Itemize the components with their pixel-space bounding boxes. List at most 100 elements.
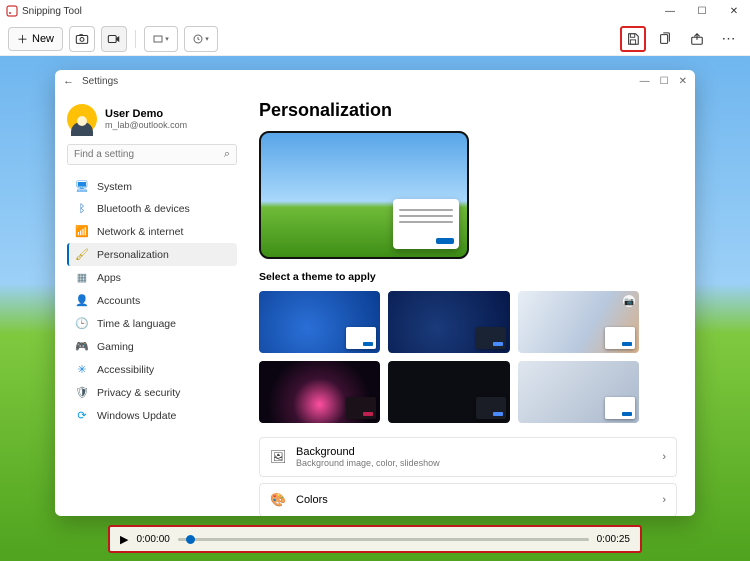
nav-label: Time & language	[97, 318, 176, 330]
theme-section-label: Select a theme to apply	[259, 271, 677, 283]
row-title: Colors	[296, 494, 328, 506]
theme-option-5[interactable]	[388, 361, 509, 423]
delay-dropdown[interactable]: ▾	[184, 26, 218, 52]
save-button[interactable]	[620, 26, 646, 52]
video-icon	[107, 32, 121, 46]
setting-row-colors[interactable]: 🎨Colors›	[259, 483, 677, 516]
setting-row-background[interactable]: 🖼 BackgroundBackground image, color, slid…	[259, 437, 677, 477]
minimize-button[interactable]: —	[660, 6, 680, 17]
page-heading: Personalization	[259, 100, 677, 121]
record-mode-button[interactable]	[101, 26, 127, 52]
search-icon: ⌕	[224, 148, 230, 161]
play-button[interactable]: ▶	[120, 533, 128, 546]
new-button[interactable]: ＋ New	[8, 27, 63, 51]
sidebar-item-bluetooth-devices[interactable]: ᛒ Bluetooth & devices	[67, 198, 237, 220]
save-icon	[626, 32, 640, 46]
time-total: 0:00:25	[597, 534, 630, 545]
chevron-right-icon: ›	[662, 451, 666, 463]
nav-label: Bluetooth & devices	[97, 203, 190, 215]
playback-bar: ▶ 0:00:00 0:00:25	[108, 525, 642, 553]
chevron-right-icon: ›	[662, 494, 666, 506]
more-button[interactable]: ⋯	[716, 26, 742, 52]
sidebar-item-gaming[interactable]: 🎮 Gaming	[67, 335, 237, 358]
sidebar-item-time-language[interactable]: 🕒 Time & language	[67, 312, 237, 335]
back-button[interactable]: ←	[63, 75, 74, 87]
plus-icon: ＋	[17, 31, 28, 47]
nav-icon: 🛡	[75, 386, 89, 399]
theme-option-6[interactable]	[518, 361, 639, 423]
nav-label: Network & internet	[97, 226, 183, 238]
sidebar-item-network-internet[interactable]: 📶 Network & internet	[67, 220, 237, 243]
settings-titlebar: ← Settings — ☐ ✕	[55, 70, 695, 92]
user-email: m_lab@outlook.com	[105, 120, 187, 130]
theme-grid: 📷	[259, 291, 639, 423]
nav-icon: ᛒ	[75, 203, 89, 215]
desktop-preview	[259, 131, 469, 259]
maximize-button[interactable]: ☐	[692, 6, 712, 17]
settings-minimize-button[interactable]: —	[640, 76, 650, 87]
sidebar-item-apps[interactable]: ▦ Apps	[67, 266, 237, 289]
user-block[interactable]: User Demo m_lab@outlook.com	[67, 104, 237, 134]
new-label: New	[32, 33, 54, 45]
theme-option-1[interactable]	[259, 291, 380, 353]
nav-icon: 🕒	[75, 317, 89, 330]
screenshot-mode-button[interactable]	[69, 26, 95, 52]
settings-title: Settings	[82, 76, 118, 87]
row-title: Background	[296, 446, 440, 458]
nav-label: Gaming	[97, 341, 134, 353]
row-subtitle: Background image, color, slideshow	[296, 458, 440, 468]
nav-label: Windows Update	[97, 410, 176, 422]
chevron-down-icon: ▾	[165, 35, 169, 43]
settings-close-button[interactable]: ✕	[679, 76, 687, 87]
theme-option-3[interactable]: 📷	[518, 291, 639, 353]
nav-icon: ✳	[75, 363, 89, 376]
app-icon	[6, 5, 18, 17]
sidebar-item-windows-update[interactable]: ⟳ Windows Update	[67, 404, 237, 427]
window-preview	[393, 199, 459, 249]
user-name: User Demo	[105, 108, 187, 120]
search-box[interactable]: ⌕	[67, 144, 237, 165]
nav-icon: 🖌	[75, 248, 89, 261]
sidebar-item-system[interactable]: 🖥System	[67, 175, 237, 198]
titlebar: Snipping Tool — ☐ ✕	[0, 0, 750, 22]
toolbar: ＋ New ▾ ▾ ⋯	[0, 22, 750, 56]
theme-option-2[interactable]	[388, 291, 509, 353]
timeline-knob[interactable]	[186, 535, 195, 544]
close-button[interactable]: ✕	[724, 6, 744, 17]
settings-sidebar: User Demo m_lab@outlook.com ⌕ 🖥System ᛒ Bl…	[55, 92, 245, 516]
nav-label: Personalization	[97, 249, 169, 261]
separator	[135, 30, 136, 48]
nav-icon: 📶	[75, 225, 89, 238]
sidebar-item-accessibility[interactable]: ✳Accessibility	[67, 358, 237, 381]
capture-preview: ← Settings — ☐ ✕ User Demo	[0, 56, 750, 561]
search-input[interactable]	[74, 149, 224, 160]
copy-button[interactable]	[652, 26, 678, 52]
nav-icon: 🎮	[75, 340, 89, 353]
nav-label: Apps	[97, 272, 121, 284]
time-current: 0:00:00	[136, 534, 169, 545]
chevron-down-icon: ▾	[205, 35, 209, 43]
avatar	[67, 104, 97, 134]
share-icon	[690, 32, 704, 46]
settings-main: Personalization Select a theme to apply …	[245, 92, 695, 516]
snipping-tool-window: Snipping Tool — ☐ ✕ ＋ New ▾ ▾	[0, 0, 750, 561]
settings-window: ← Settings — ☐ ✕ User Demo	[55, 70, 695, 516]
row-icon: 🖼	[270, 449, 286, 465]
camera-badge-icon: 📷	[623, 295, 635, 307]
sidebar-item-personalization[interactable]: 🖌 Personalization	[67, 243, 237, 266]
timeline-slider[interactable]	[178, 538, 589, 541]
shape-dropdown[interactable]: ▾	[144, 26, 178, 52]
clock-icon	[193, 34, 203, 44]
sidebar-item-accounts[interactable]: 👤Accounts	[67, 289, 237, 312]
camera-icon	[75, 32, 89, 46]
share-button[interactable]	[684, 26, 710, 52]
app-title: Snipping Tool	[22, 6, 82, 17]
nav-icon: ▦	[75, 271, 89, 284]
sidebar-item-privacy-security[interactable]: 🛡 Privacy & security	[67, 381, 237, 404]
nav-label: Privacy & security	[97, 387, 180, 399]
nav-icon: 👤	[75, 294, 89, 307]
nav-label: System	[97, 181, 132, 193]
settings-maximize-button[interactable]: ☐	[660, 76, 669, 87]
nav-icon: ⟳	[75, 409, 89, 422]
theme-option-4[interactable]	[259, 361, 380, 423]
